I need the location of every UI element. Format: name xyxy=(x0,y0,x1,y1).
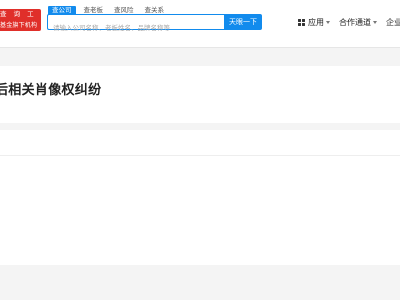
page-title: 后相关肖像权纠纷 xyxy=(0,83,102,98)
nav-enterprise[interactable]: 企业 xyxy=(386,17,400,28)
search-input[interactable] xyxy=(48,21,224,35)
apps-grid-icon xyxy=(298,18,305,26)
search-button[interactable]: 天眼一下 xyxy=(224,14,262,30)
search-box xyxy=(47,14,224,35)
caret-down-icon xyxy=(373,20,377,24)
nav-apps[interactable]: 应用 xyxy=(298,17,330,28)
page: 查 询 工 具 基金旗下机构 查公司 查老板 查风险 查关系 天眼一下 应用 合… xyxy=(0,0,400,300)
content-card xyxy=(0,130,400,265)
nav-partner-label: 合作通道 xyxy=(339,17,371,27)
logo-subtitle: 基金旗下机构 xyxy=(0,22,38,29)
content-divider xyxy=(0,155,400,156)
nav-apps-label: 应用 xyxy=(308,17,324,27)
site-logo[interactable]: 查 询 工 具 基金旗下机构 xyxy=(0,9,41,31)
nav-enterprise-label: 企业 xyxy=(386,17,400,27)
title-card: 后相关肖像权纠纷 xyxy=(0,66,400,123)
nav-partner[interactable]: 合作通道 xyxy=(339,17,377,28)
top-nav: 应用 合作通道 企业 xyxy=(298,14,400,30)
logo-title: 查 询 工 具 xyxy=(0,10,41,18)
caret-down-icon xyxy=(326,20,330,24)
top-header: 查 询 工 具 基金旗下机构 查公司 查老板 查风险 查关系 天眼一下 应用 合… xyxy=(0,0,400,48)
